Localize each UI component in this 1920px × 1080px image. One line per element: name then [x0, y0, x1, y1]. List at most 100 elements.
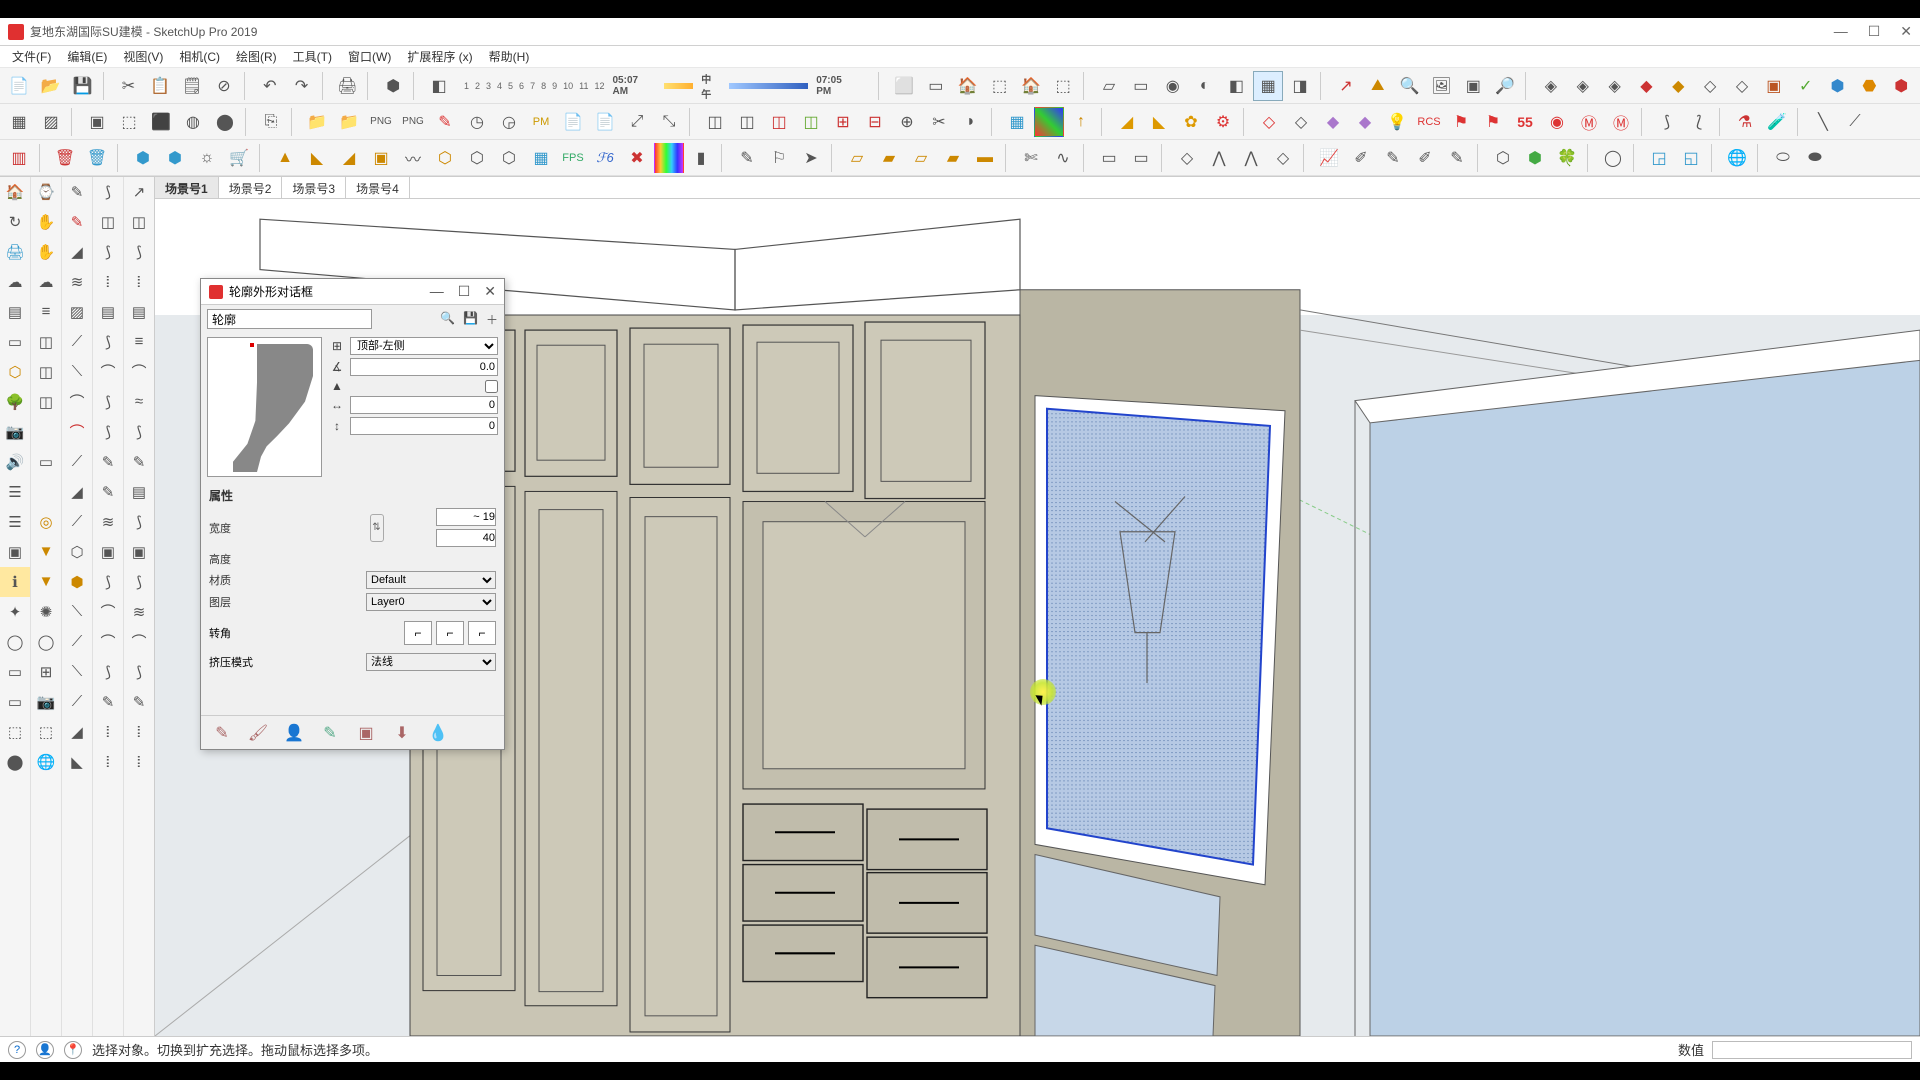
- left-view-icon[interactable]: ⬚: [1048, 71, 1078, 101]
- plugin-h-icon[interactable]: ▣: [1759, 71, 1789, 101]
- pm-label-icon[interactable]: PM: [526, 107, 556, 137]
- rcs-icon[interactable]: RCS: [1414, 107, 1444, 137]
- status-geo-icon[interactable]: 📍: [64, 1041, 82, 1059]
- lt-camera-icon[interactable]: 📷: [0, 417, 30, 447]
- lt-e8-icon[interactable]: ≈: [124, 387, 154, 417]
- box-a-icon[interactable]: ▣: [82, 107, 112, 137]
- paste-icon[interactable]: 🗒: [177, 71, 207, 101]
- menu-camera[interactable]: 相机(C): [173, 46, 226, 67]
- snake-icon[interactable]: ∿: [1048, 143, 1078, 173]
- lt-info-icon[interactable]: ℹ: [0, 567, 30, 597]
- lt-win2-icon[interactable]: ◫: [31, 357, 61, 387]
- copy-icon[interactable]: 📋: [145, 71, 175, 101]
- cube-a-icon[interactable]: ⬢: [128, 143, 158, 173]
- sun-icon[interactable]: ☼: [192, 143, 222, 173]
- m-icon[interactable]: Ⓜ: [1574, 107, 1604, 137]
- lt-e15-icon[interactable]: ≋: [124, 597, 154, 627]
- cube-b-icon[interactable]: ⬢: [160, 143, 190, 173]
- link-dims-icon[interactable]: ⇅: [370, 514, 384, 542]
- offset-y-input[interactable]: [350, 417, 498, 435]
- lt-table-icon[interactable]: ⊞: [31, 657, 61, 687]
- diamond-b-icon[interactable]: ◇: [1268, 143, 1298, 173]
- shadow-timeline[interactable]: 123 456 789 101112 05:07 AM 中午 07:05 PM: [464, 71, 865, 101]
- lt-c4-icon[interactable]: ≋: [62, 267, 92, 297]
- folder-b-icon[interactable]: 📁: [334, 107, 364, 137]
- offset-x-input[interactable]: [350, 396, 498, 414]
- right-view-icon[interactable]: ⬚: [985, 71, 1015, 101]
- flag-b-icon[interactable]: ⚑: [1478, 107, 1508, 137]
- lt-win3-icon[interactable]: ◫: [31, 387, 61, 417]
- style-wireframe-icon[interactable]: ▭: [1126, 71, 1156, 101]
- lt-e3-icon[interactable]: ⟆: [124, 237, 154, 267]
- lt-c3-icon[interactable]: ◢: [62, 237, 92, 267]
- dialog-maximize-button[interactable]: ☐: [458, 283, 471, 300]
- frame-a-icon[interactable]: ▭: [1094, 143, 1124, 173]
- window-e-icon[interactable]: ⊞: [828, 107, 858, 137]
- mirror-c-icon[interactable]: ◢: [334, 143, 364, 173]
- folder-a-icon[interactable]: 📁: [302, 107, 332, 137]
- flask-b-icon[interactable]: 🧪: [1762, 107, 1792, 137]
- curve-b-icon[interactable]: ⟅: [1684, 107, 1714, 137]
- png-export-icon[interactable]: PNG: [366, 107, 396, 137]
- lt-ring-icon[interactable]: ◎: [31, 507, 61, 537]
- foot-frame-icon[interactable]: ▣: [353, 721, 379, 745]
- edit-c-icon[interactable]: ✐: [1410, 143, 1440, 173]
- lt-flag2-icon[interactable]: ▼: [31, 567, 61, 597]
- target-icon[interactable]: ⊕: [892, 107, 922, 137]
- lt-bars2-icon[interactable]: ☰: [0, 507, 30, 537]
- clock-b-icon[interactable]: ◶: [494, 107, 524, 137]
- bulb-icon[interactable]: 💡: [1382, 107, 1412, 137]
- lt-cube-icon[interactable]: ⬚: [0, 717, 30, 747]
- lt-d19-icon[interactable]: ⵂ: [93, 717, 123, 747]
- iso-view-icon[interactable]: ⬜: [889, 71, 919, 101]
- new-file-icon[interactable]: 📄: [4, 71, 34, 101]
- m2-icon[interactable]: Ⓜ: [1606, 107, 1636, 137]
- lt-rect3-icon[interactable]: ▭: [0, 687, 30, 717]
- corner-type-b-button[interactable]: ⌐: [436, 621, 464, 645]
- shield-b-icon[interactable]: ⬢: [1520, 143, 1550, 173]
- edit-b-icon[interactable]: ✎: [1378, 143, 1408, 173]
- lt-d8-icon[interactable]: ⟆: [93, 387, 123, 417]
- color-swatch-icon[interactable]: [1034, 107, 1064, 137]
- lt-hex-icon[interactable]: ⬡: [0, 357, 30, 387]
- cut-icon[interactable]: ✂: [114, 71, 144, 101]
- 55-icon[interactable]: 55: [1510, 107, 1540, 137]
- lt-sound-icon[interactable]: 🔊: [0, 447, 30, 477]
- profile-dialog[interactable]: 轮廓外形对话框 — ☐ ✕ 🔍 💾 ＋ ⊞ 顶部-左侧: [200, 278, 505, 750]
- lt-d13-icon[interactable]: ▣: [93, 537, 123, 567]
- lt-e16-icon[interactable]: ⌒: [124, 627, 154, 657]
- lt-d1-icon[interactable]: ⟆: [93, 177, 123, 207]
- width-input[interactable]: [436, 508, 496, 526]
- lt-d6-icon[interactable]: ⟆: [93, 327, 123, 357]
- lt-c9-icon[interactable]: ⌒: [62, 417, 92, 447]
- measurement-input[interactable]: [1712, 1041, 1912, 1059]
- style-hidden-icon[interactable]: ◉: [1158, 71, 1188, 101]
- window-f-icon[interactable]: ⊟: [860, 107, 890, 137]
- line-tool-icon[interactable]: ╲: [1808, 107, 1838, 137]
- lt-flag-icon[interactable]: ▼: [31, 537, 61, 567]
- collapse-icon[interactable]: ⤡: [654, 107, 684, 137]
- style-color-icon[interactable]: ◨: [1285, 71, 1315, 101]
- scene-tab-1[interactable]: 场景号1: [155, 177, 219, 198]
- redo-icon[interactable]: ↷: [287, 71, 317, 101]
- peak-a-icon[interactable]: ⋀: [1204, 143, 1234, 173]
- hex-b-icon[interactable]: ⬡: [462, 143, 492, 173]
- menu-window[interactable]: 窗口(W): [342, 46, 397, 67]
- lt-c12-icon[interactable]: ⟋: [62, 507, 92, 537]
- lt-box2-icon[interactable]: ⬚: [31, 717, 61, 747]
- lt-c15-icon[interactable]: ⟍: [62, 597, 92, 627]
- lt-c6-icon[interactable]: ⟋: [62, 327, 92, 357]
- lt-d4-icon[interactable]: ⵂ: [93, 267, 123, 297]
- lt-layer-icon[interactable]: ≡: [31, 297, 61, 327]
- lt-e4-icon[interactable]: ⵂ: [124, 267, 154, 297]
- style-shaded-icon[interactable]: ◐: [1190, 71, 1220, 101]
- compass-icon[interactable]: ✂: [924, 107, 954, 137]
- hex-c-icon[interactable]: ⬡: [494, 143, 524, 173]
- extension-terrain-icon[interactable]: ⛰: [1363, 71, 1393, 101]
- foot-brush-icon[interactable]: 🖌: [245, 721, 271, 745]
- window-c-icon[interactable]: ◫: [764, 107, 794, 137]
- style-texture-icon[interactable]: ◧: [1221, 71, 1251, 101]
- placement-select[interactable]: 顶部-左侧: [350, 337, 498, 355]
- lt-e11-icon[interactable]: ▤: [124, 477, 154, 507]
- dialog-close-button[interactable]: ✕: [484, 283, 496, 300]
